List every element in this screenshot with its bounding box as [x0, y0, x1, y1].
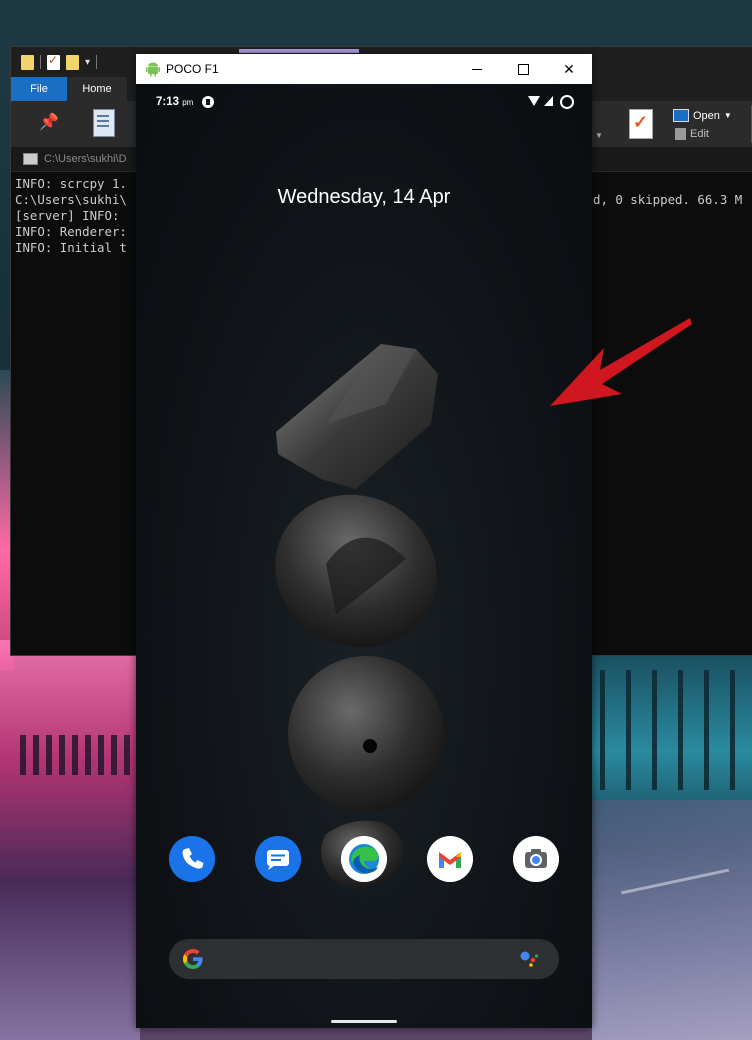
console-line-overflow: d, 0 skipped. 66.3 M	[593, 192, 743, 207]
window-titlebar[interactable]: POCO F1 ✕	[136, 54, 592, 84]
status-time: 7:13 pm	[156, 96, 193, 108]
wallpaper-neon-street	[0, 640, 140, 1040]
folder-icon[interactable]	[21, 54, 34, 70]
wallpaper-stone-sculpture	[275, 344, 444, 888]
chevron-down-icon[interactable]: ▼	[595, 131, 603, 140]
android-icon	[146, 62, 160, 77]
edit-label: Edit	[690, 128, 709, 140]
phone-home-screen[interactable]: 7:13 pm Wednesday, 14 Apr	[136, 84, 592, 1028]
edit-button[interactable]: Edit	[675, 128, 709, 140]
status-time-value: 7:13	[156, 96, 180, 108]
wallpaper-road	[592, 800, 752, 1040]
camera-app-icon[interactable]	[513, 836, 559, 882]
battery-saver-icon	[560, 95, 574, 109]
chevron-down-icon: ▼	[723, 111, 732, 120]
command-prompt-icon	[23, 153, 38, 165]
date-widget[interactable]: Wednesday, 14 Apr	[136, 186, 592, 209]
red-arrow-annotation	[550, 318, 692, 406]
google-logo-icon	[183, 949, 203, 969]
edit-icon	[675, 128, 686, 140]
status-time-suffix: pm	[182, 98, 194, 107]
wallpaper-crowd	[20, 735, 130, 775]
gmail-app-icon[interactable]	[427, 836, 473, 882]
window-title: POCO F1	[166, 62, 219, 76]
close-button[interactable]: ✕	[546, 54, 592, 84]
minimize-button[interactable]	[454, 54, 500, 84]
pin-to-quick-access-icon[interactable]: 📌	[39, 115, 59, 131]
notification-icon	[202, 96, 214, 108]
tab-home[interactable]: Home	[67, 77, 127, 101]
toolbar-divider	[40, 55, 41, 69]
tab-file[interactable]: File	[11, 77, 67, 101]
messages-app-icon[interactable]	[255, 836, 301, 882]
open-button[interactable]: Open ▼	[673, 109, 732, 122]
open-label: Open	[693, 109, 720, 122]
console-path: C:\Users\sukhi\D	[44, 153, 127, 165]
signal-icon	[544, 96, 553, 106]
customize-toolbar-chevron-icon[interactable]: ▾	[85, 57, 90, 68]
scrcpy-window: POCO F1 ✕ 7:13 pm Wednesday, 14 Apr	[136, 54, 592, 1028]
app-dock	[136, 836, 592, 886]
new-folder-icon[interactable]	[66, 54, 79, 70]
google-search-bar[interactable]	[169, 939, 559, 979]
phone-app-icon[interactable]	[169, 836, 215, 882]
wallpaper-palm-trees	[600, 670, 750, 790]
copy-icon[interactable]	[93, 109, 115, 137]
window-accent-bar	[239, 49, 359, 53]
properties-large-icon[interactable]	[629, 109, 653, 139]
gesture-navigation-handle[interactable]	[331, 1020, 397, 1023]
google-assistant-icon[interactable]	[519, 949, 541, 969]
properties-icon[interactable]	[47, 53, 60, 70]
wifi-icon	[528, 96, 540, 106]
edge-browser-app-icon[interactable]	[341, 836, 387, 882]
maximize-button[interactable]	[500, 54, 546, 84]
toolbar-divider	[96, 55, 98, 69]
open-icon	[673, 109, 689, 122]
